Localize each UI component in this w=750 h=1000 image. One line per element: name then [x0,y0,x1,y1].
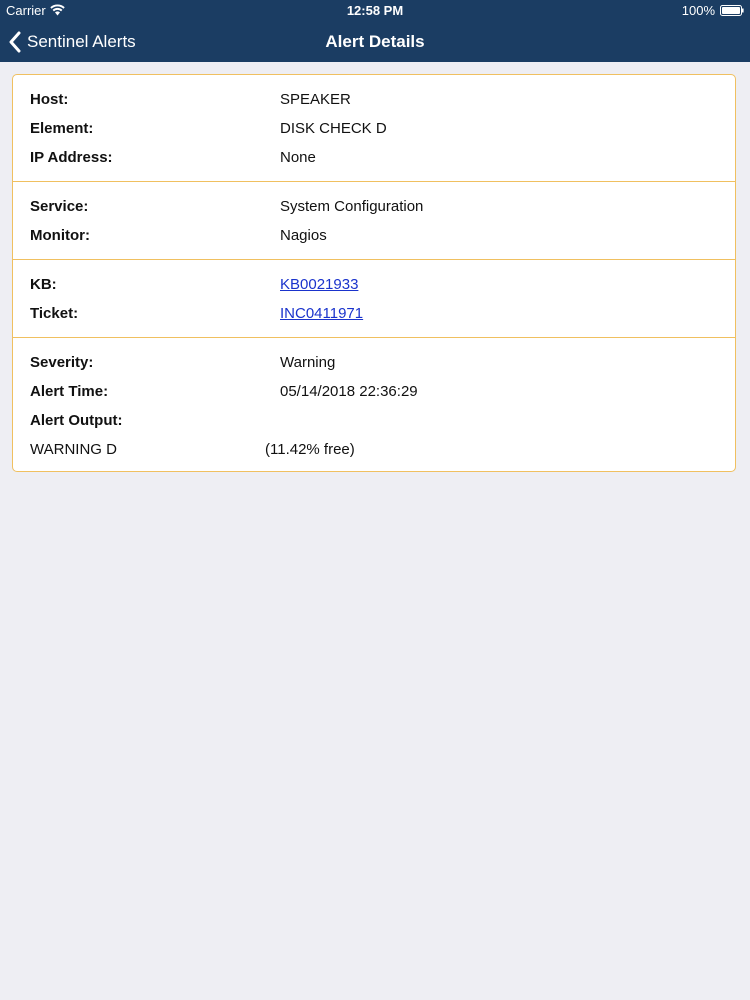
ip-address-value: None [280,149,316,166]
element-value: DISK CHECK D [280,120,387,137]
section-divider [13,259,735,260]
alert-output-text-right: (11.42% free) [265,441,355,458]
host-value: SPEAKER [280,91,351,108]
alert-output-text-left: WARNING D [30,441,117,458]
severity-value: Warning [280,354,336,371]
element-row: Element: DISK CHECK D [13,118,735,140]
battery-icon [720,5,744,16]
service-value: System Configuration [280,198,424,215]
alert-time-label: Alert Time: [30,383,109,400]
element-label: Element: [30,120,94,137]
host-row: Host: SPEAKER [13,89,735,111]
alert-time-value: 05/14/2018 22:36:29 [280,383,418,400]
status-bar: Carrier 12:58 PM 100% [0,0,750,22]
section-divider [13,337,735,338]
ticket-row: Ticket: INC0411971 [13,303,735,325]
ticket-label: Ticket: [30,305,79,322]
monitor-row: Monitor: Nagios [13,225,735,247]
monitor-value: Nagios [280,227,327,244]
ip-address-label: IP Address: [30,149,113,166]
alert-time-row: Alert Time: 05/14/2018 22:36:29 [13,381,735,403]
ip-address-row: IP Address: None [13,147,735,169]
service-label: Service: [30,198,89,215]
kb-label: KB: [30,276,57,293]
alert-output-label: Alert Output: [30,412,123,429]
kb-row: KB: KB0021933 [13,274,735,296]
severity-row: Severity: Warning [13,352,735,374]
service-row: Service: System Configuration [13,196,735,218]
alert-details-card: Host: SPEAKER Element: DISK CHECK D IP A… [12,74,736,472]
navigation-bar: Carrier 12:58 PM 100% Sentinel Alerts Al… [0,0,750,62]
kb-link[interactable]: KB0021933 [280,276,358,293]
clock: 12:58 PM [346,3,404,18]
alert-output-text: WARNING D (11.42% free) [13,439,735,461]
nav-row: Sentinel Alerts Alert Details [0,22,750,62]
section-divider [13,181,735,182]
alert-output-row: Alert Output: [13,410,735,432]
severity-label: Severity: [30,354,94,371]
battery-percentage: 100% [681,3,715,18]
monitor-label: Monitor: [30,227,90,244]
page-title: Alert Details [325,32,425,51]
host-label: Host: [30,91,69,108]
ticket-link[interactable]: INC0411971 [280,305,363,322]
